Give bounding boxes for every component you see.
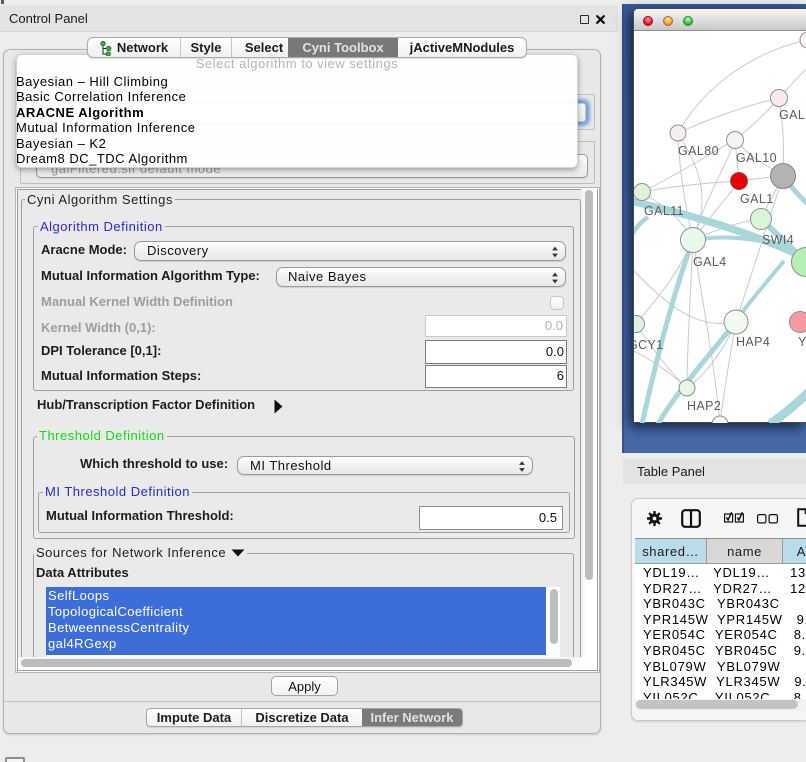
svg-text:SWI4: SWI4: [762, 233, 794, 247]
svg-text:GAL1: GAL1: [740, 192, 774, 206]
svg-text:GAL80: GAL80: [678, 144, 719, 158]
svg-text:GAL11: GAL11: [644, 204, 684, 218]
svg-text:GCY1: GCY1: [634, 338, 664, 352]
svg-text:Y: Y: [798, 335, 806, 349]
svg-text:HAP4: HAP4: [736, 335, 770, 349]
svg-text:GAL4: GAL4: [693, 255, 727, 269]
svg-text:GAL10: GAL10: [736, 151, 777, 165]
svg-text:GAL: GAL: [779, 108, 805, 122]
svg-text:HAP2: HAP2: [687, 399, 721, 413]
